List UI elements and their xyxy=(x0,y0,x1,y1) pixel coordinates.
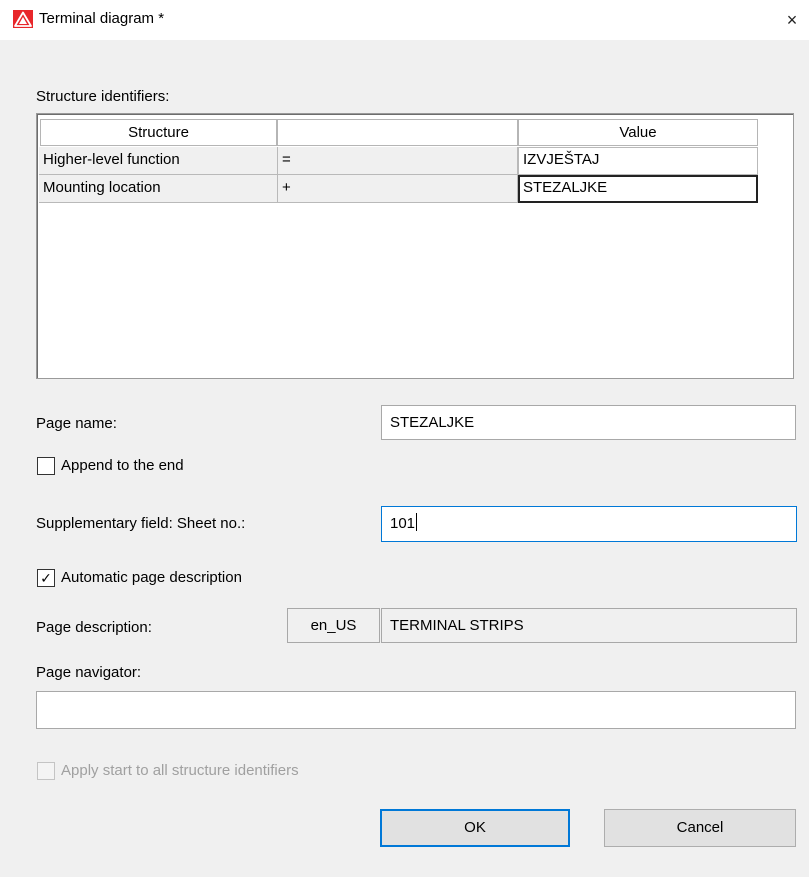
append-to-end-label[interactable]: Append to the end xyxy=(61,457,184,474)
close-button[interactable]: × xyxy=(775,4,809,36)
grid-row-prefix[interactable]: + xyxy=(278,175,518,203)
apply-start-checkbox[interactable] xyxy=(37,762,55,780)
append-to-end-checkbox[interactable] xyxy=(37,457,55,475)
page-description-input[interactable]: TERMINAL STRIPS xyxy=(381,608,797,643)
language-selector[interactable]: en_US xyxy=(287,608,380,643)
page-description-value: TERMINAL STRIPS xyxy=(390,617,524,634)
sheet-no-input[interactable]: 101 xyxy=(381,506,797,542)
column-header-prefix[interactable] xyxy=(277,119,518,146)
page-navigator-label: Page navigator: xyxy=(36,664,142,681)
column-header-structure[interactable]: Structure xyxy=(40,119,277,146)
check-icon: ✓ xyxy=(40,570,52,586)
structure-identifiers-label: Structure identifiers: xyxy=(36,88,170,105)
auto-description-label[interactable]: Automatic page description xyxy=(61,569,242,586)
auto-description-checkbox[interactable]: ✓ xyxy=(37,569,55,587)
page-navigator-input[interactable] xyxy=(36,691,796,729)
grid-row-value[interactable]: IZVJEŠTAJ xyxy=(518,147,758,175)
ok-button-label: OK xyxy=(464,819,486,836)
page-name-label: Page name: xyxy=(36,415,117,432)
apply-start-label: Apply start to all structure identifiers xyxy=(61,762,299,779)
title-bar: Terminal diagram * × xyxy=(0,0,809,40)
column-header-value[interactable]: Value xyxy=(518,119,758,146)
page-name-value: STEZALJKE xyxy=(390,414,475,431)
ok-button[interactable]: OK xyxy=(380,809,570,847)
window-title: Terminal diagram * xyxy=(39,10,165,27)
cancel-button[interactable]: Cancel xyxy=(604,809,796,847)
page-description-label: Page description: xyxy=(36,619,152,636)
grid-row-structure[interactable]: Mounting location xyxy=(39,175,278,203)
cancel-button-label: Cancel xyxy=(676,819,724,836)
warning-triangle-icon xyxy=(13,10,33,28)
grid-row-structure[interactable]: Higher-level function xyxy=(39,147,278,175)
text-caret xyxy=(416,513,418,531)
sheet-no-label: Supplementary field: Sheet no.: xyxy=(36,515,246,532)
close-icon: × xyxy=(786,10,798,30)
structure-identifiers-grid[interactable]: Structure Value Higher-level function = … xyxy=(36,113,794,379)
sheet-no-value: 101 xyxy=(390,515,416,532)
grid-row-prefix[interactable]: = xyxy=(278,147,518,175)
language-value: en_US xyxy=(310,617,357,634)
page-name-input[interactable]: STEZALJKE xyxy=(381,405,796,440)
grid-row-value[interactable]: STEZALJKE xyxy=(518,175,758,203)
